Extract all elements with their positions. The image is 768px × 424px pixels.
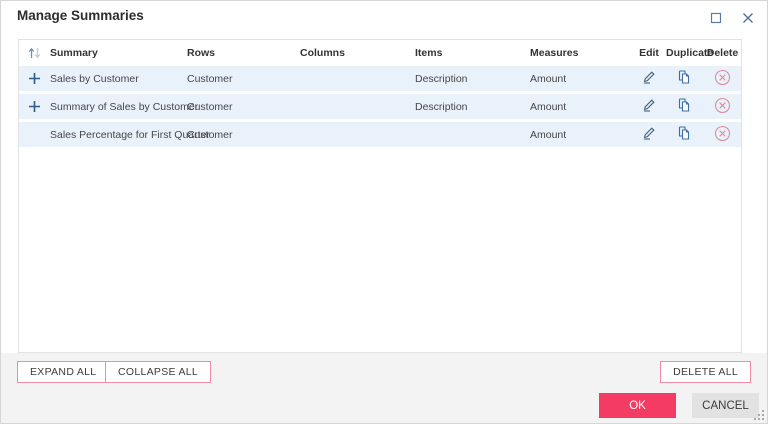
- maximize-button[interactable]: [707, 9, 725, 27]
- column-header-summary[interactable]: Summary: [50, 47, 187, 59]
- duplicate-button[interactable]: [666, 125, 702, 141]
- circle-x-icon: [714, 125, 731, 141]
- items-cell: Description: [415, 100, 468, 113]
- table-row: Summary of Sales by Customer Customer De…: [19, 94, 741, 119]
- summary-cell: Summary of Sales by Customer: [50, 100, 199, 113]
- column-header-duplicate: Duplicate: [666, 47, 714, 59]
- column-header-edit: Edit: [639, 47, 659, 59]
- edit-button[interactable]: [632, 69, 666, 85]
- circle-x-icon: [714, 69, 731, 85]
- summary-cell: Sales by Customer: [50, 72, 139, 85]
- summary-cell: Sales Percentage for First Quarter: [50, 128, 210, 141]
- delete-button[interactable]: [702, 125, 741, 142]
- close-icon: [743, 13, 753, 23]
- delete-button[interactable]: [702, 97, 741, 114]
- rows-cell: Customer: [187, 128, 233, 141]
- expand-all-button[interactable]: EXPAND ALL: [17, 361, 110, 383]
- sort-icon: [28, 47, 41, 59]
- table-row: Sales by Customer Customer Description A…: [19, 66, 741, 91]
- copy-icon: [678, 126, 690, 140]
- circle-x-icon: [714, 97, 731, 113]
- pencil-icon: [643, 127, 655, 140]
- measures-cell: Amount: [530, 100, 567, 113]
- pencil-icon: [643, 99, 655, 112]
- column-header-measures[interactable]: Measures: [530, 47, 632, 59]
- pencil-icon: [643, 71, 655, 84]
- delete-button[interactable]: [702, 69, 741, 86]
- rows-cell: Customer: [187, 72, 233, 85]
- duplicate-button[interactable]: [666, 97, 702, 113]
- measures-cell: Amount: [530, 128, 567, 141]
- column-header-rows[interactable]: Rows: [187, 47, 300, 59]
- dialog-title: Manage Summaries: [17, 8, 144, 23]
- column-header-delete: Delete: [706, 47, 739, 59]
- maximize-icon: [710, 12, 722, 24]
- rows-cell: Customer: [187, 100, 233, 113]
- collapse-all-button[interactable]: COLLAPSE ALL: [105, 361, 212, 383]
- dialog-footer: EXPAND ALL COLLAPSE ALL DELETE ALL OK CA…: [1, 353, 767, 423]
- edit-button[interactable]: [632, 97, 666, 113]
- manage-summaries-dialog: Manage Summaries Summary Rows Columns It…: [1, 1, 767, 423]
- edit-button[interactable]: [632, 125, 666, 141]
- column-header-items[interactable]: Items: [415, 47, 530, 59]
- expand-row-button[interactable]: [19, 100, 50, 113]
- cancel-button[interactable]: CANCEL: [692, 393, 759, 418]
- close-button[interactable]: [739, 9, 757, 27]
- copy-icon: [678, 70, 690, 84]
- plus-icon: [29, 73, 40, 84]
- measures-cell: Amount: [530, 72, 567, 85]
- ok-button[interactable]: OK: [599, 393, 676, 418]
- resize-grip[interactable]: [753, 409, 765, 421]
- plus-icon: [29, 101, 40, 112]
- duplicate-button[interactable]: [666, 69, 702, 85]
- expand-row-button[interactable]: [19, 72, 50, 85]
- delete-all-button[interactable]: DELETE ALL: [660, 361, 751, 383]
- copy-icon: [678, 98, 690, 112]
- table-row: Sales Percentage for First Quarter Custo…: [19, 122, 741, 147]
- column-header-columns[interactable]: Columns: [300, 47, 415, 59]
- table-header-row: Summary Rows Columns Items Measures Edit…: [19, 40, 741, 66]
- summaries-table: Summary Rows Columns Items Measures Edit…: [18, 39, 742, 353]
- items-cell: Description: [415, 72, 468, 85]
- window-controls: [707, 9, 757, 27]
- sort-button[interactable]: [19, 46, 50, 60]
